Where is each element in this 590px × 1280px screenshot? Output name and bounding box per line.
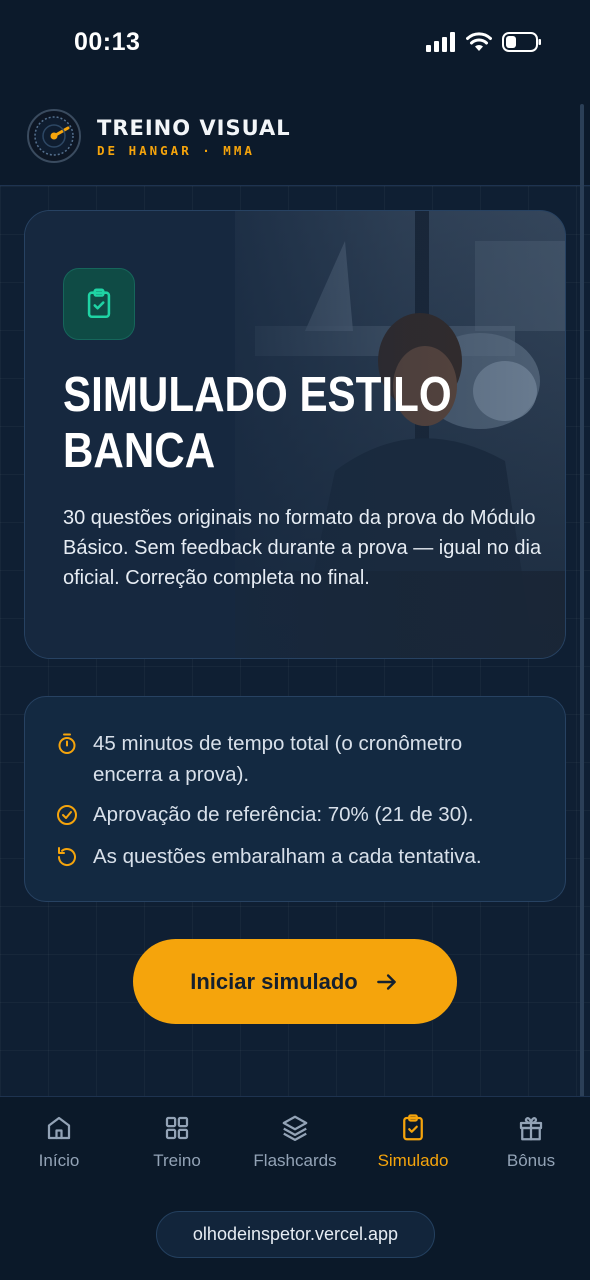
app-header: TREINO VISUAL DE HANGAR · MMA (0, 90, 590, 186)
home-icon (47, 1116, 71, 1140)
info-text: Aprovação de referência: 70% (21 de 30). (93, 803, 474, 826)
info-card: 45 minutos de tempo total (o cronômetro … (24, 696, 566, 902)
page-title: SIMULADO ESTILO BANCA (63, 368, 452, 478)
status-time: 00:13 (74, 28, 141, 56)
info-item-approval: Aprovação de referência: 70% (21 de 30). (55, 799, 535, 830)
start-simulation-button[interactable]: Iniciar simulado (133, 939, 457, 1024)
scrollbar[interactable] (580, 104, 584, 1192)
check-circle-icon (57, 805, 77, 825)
info-text: As questões embaralham a cada tentativa. (93, 845, 482, 868)
status-icons (426, 32, 542, 52)
brand-subtitle: DE HANGAR · MMA (97, 143, 255, 158)
info-text: 45 minutos de tempo total (o cronômetro … (93, 732, 463, 786)
nav-item-flashcards[interactable]: Flashcards (236, 1113, 354, 1177)
nav-label: Simulado (377, 1151, 449, 1170)
logo (27, 109, 81, 163)
rotate-icon (57, 847, 76, 866)
signal-icon (426, 32, 455, 52)
clipboard-check-icon (403, 1114, 423, 1141)
hero-card: SIMULADO ESTILO BANCA 30 questões origin… (24, 210, 566, 659)
arrow-right-icon (376, 973, 396, 990)
hero-description: 30 questões originais no formato da prov… (63, 507, 542, 589)
layers-icon (282, 1115, 308, 1141)
info-item-shuffle: As questões embaralham a cada tentativa. (55, 841, 535, 872)
nav-item-inicio[interactable]: Início (0, 1113, 118, 1177)
start-simulation-label: Iniciar simulado (190, 968, 358, 994)
wifi-icon (466, 32, 492, 51)
nav-label: Flashcards (253, 1151, 337, 1170)
gift-icon (519, 1117, 543, 1141)
clipboard-check-icon (63, 268, 135, 340)
info-item-time: 45 minutos de tempo total (o cronômetro … (55, 728, 535, 790)
grid-icon (165, 1116, 189, 1140)
battery-icon (502, 32, 541, 52)
nav-label: Treino (153, 1151, 201, 1170)
url-text: olhodeinspetor.vercel.app (192, 1224, 399, 1244)
timer-icon (58, 733, 76, 754)
nav-item-simulado[interactable]: Simulado (354, 1113, 472, 1177)
url-bar[interactable]: olhodeinspetor.vercel.app (156, 1211, 435, 1258)
nav-item-bonus[interactable]: Bônus (472, 1113, 590, 1177)
nav-label: Bônus (506, 1151, 556, 1170)
brand-title: TREINO VISUAL (97, 116, 291, 140)
nav-item-treino[interactable]: Treino (118, 1113, 236, 1177)
nav-label: Início (38, 1151, 80, 1170)
status-bar: 00:13 (0, 0, 590, 90)
